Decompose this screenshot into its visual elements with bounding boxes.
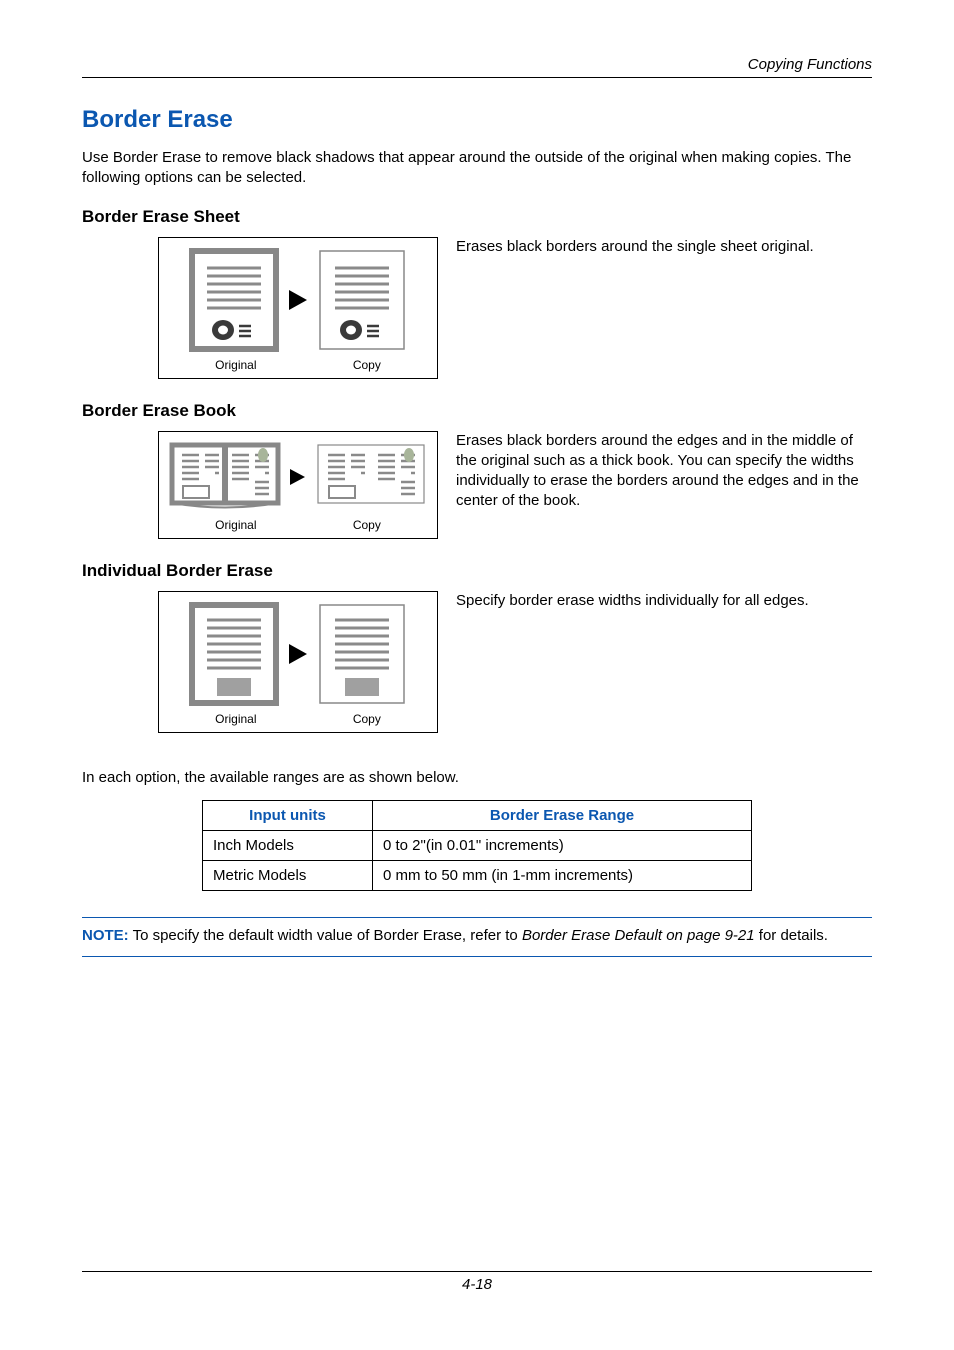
book-original-label: Original <box>215 518 256 532</box>
individual-original-label: Original <box>215 712 256 726</box>
page-title: Border Erase <box>82 106 872 134</box>
book-copy-icon <box>315 442 427 512</box>
individual-copy-label: Copy <box>353 712 381 726</box>
book-row: Original Copy Erases black borders aroun… <box>82 431 872 539</box>
right-arrow-icon <box>287 642 309 666</box>
col-units-header: Input units <box>203 800 373 830</box>
sheet-heading: Border Erase Sheet <box>82 207 872 227</box>
ranges-intro: In each option, the available ranges are… <box>82 769 872 786</box>
note-post: for details. <box>755 927 828 944</box>
book-original-icon <box>169 442 281 512</box>
sheet-diagram-inner <box>167 248 429 352</box>
sheet-original-icon <box>189 248 279 352</box>
individual-diagram: Original Copy <box>158 591 438 733</box>
book-desc: Erases black borders around the edges an… <box>456 431 872 512</box>
sheet-diagram: Original Copy <box>158 237 438 379</box>
note-block: NOTE: To specify the default width value… <box>82 917 872 957</box>
col-range-header: Border Erase Range <box>373 800 752 830</box>
page-footer: 4-18 <box>0 1271 954 1294</box>
page-number: 4-18 <box>462 1276 492 1293</box>
individual-row: Original Copy Specify border erase width… <box>82 591 872 733</box>
range-cell: 0 mm to 50 mm (in 1-mm increments) <box>373 860 752 890</box>
units-cell: Inch Models <box>203 830 373 860</box>
sheet-row: Original Copy Erases black borders aroun… <box>82 237 872 379</box>
header-rule <box>82 77 872 78</box>
individual-copy-icon <box>317 602 407 706</box>
sheet-copy-label: Copy <box>353 358 381 372</box>
range-table: Input units Border Erase Range Inch Mode… <box>202 800 752 891</box>
note-label: NOTE: <box>82 927 129 944</box>
note-link: Border Erase Default on page 9-21 <box>522 927 755 944</box>
book-heading: Border Erase Book <box>82 401 872 421</box>
table-row: Inch Models 0 to 2"(in 0.01" increments) <box>203 830 752 860</box>
intro-text: Use Border Erase to remove black shadows… <box>82 148 872 189</box>
footer-rule <box>82 1271 872 1272</box>
sheet-original-label: Original <box>215 358 256 372</box>
sheet-copy-icon <box>317 248 407 352</box>
individual-original-icon <box>189 602 279 706</box>
book-copy-label: Copy <box>353 518 381 532</box>
right-arrow-icon <box>287 288 309 312</box>
header-section-label: Copying Functions <box>82 56 872 73</box>
sheet-desc: Erases black borders around the single s… <box>456 237 872 257</box>
individual-diagram-inner <box>167 602 429 706</box>
book-diagram: Original Copy <box>158 431 438 539</box>
note-pre: To specify the default width value of Bo… <box>129 927 522 944</box>
units-cell: Metric Models <box>203 860 373 890</box>
table-header-row: Input units Border Erase Range <box>203 800 752 830</box>
book-diagram-inner <box>167 442 429 512</box>
right-arrow-icon <box>289 467 307 487</box>
table-row: Metric Models 0 mm to 50 mm (in 1-mm inc… <box>203 860 752 890</box>
individual-desc: Specify border erase widths individually… <box>456 591 872 611</box>
range-cell: 0 to 2"(in 0.01" increments) <box>373 830 752 860</box>
individual-heading: Individual Border Erase <box>82 561 872 581</box>
page-header: Copying Functions <box>82 56 872 78</box>
